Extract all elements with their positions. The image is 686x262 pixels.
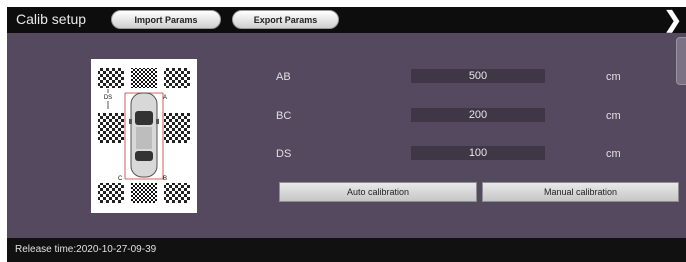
checkerboard-top-right xyxy=(164,68,190,88)
checkerboard-left xyxy=(98,113,124,143)
param-ds-input[interactable]: 100 xyxy=(411,146,545,160)
title-bar: Calib setup Import Params Export Params … xyxy=(7,7,686,33)
label-b: B xyxy=(163,176,167,182)
status-bar: Release time:2020-10-27-09-39 xyxy=(7,238,686,262)
manual-calibration-button[interactable]: Manual calibration xyxy=(482,182,679,202)
checkerboard-top-left xyxy=(98,68,124,88)
export-params-button[interactable]: Export Params xyxy=(232,10,339,29)
param-ds-label: DS xyxy=(276,148,292,160)
param-bc-label: BC xyxy=(276,110,292,122)
calibration-layout-diagram: DS A B C xyxy=(91,59,197,213)
checkerboard-bottom-left xyxy=(98,183,124,203)
page-title: Calib setup xyxy=(16,11,87,27)
auto-calibration-button[interactable]: Auto calibration xyxy=(279,182,477,202)
param-ab-label: AB xyxy=(276,71,291,83)
chevron-right-icon[interactable]: ❯ xyxy=(664,7,682,33)
param-ds-unit: cm xyxy=(606,148,621,160)
checkerboard-layout-image: DS A B C xyxy=(98,68,190,203)
car-icon xyxy=(129,92,159,178)
checkerboard-bottom-right xyxy=(164,183,190,203)
param-ab-input[interactable]: 500 xyxy=(411,69,545,83)
checkerboard-right xyxy=(164,113,190,143)
param-bc-input[interactable]: 200 xyxy=(411,108,545,122)
import-params-button[interactable]: Import Params xyxy=(111,10,221,29)
param-ab-unit: cm xyxy=(606,71,621,83)
label-c: C xyxy=(118,176,123,182)
checkerboard-top-center xyxy=(131,68,157,88)
label-a: A xyxy=(163,95,167,101)
label-ds: DS xyxy=(104,95,112,101)
release-time-text: Release time:2020-10-27-09-39 xyxy=(15,244,157,255)
checkerboard-bottom-center xyxy=(131,183,157,203)
param-bc-unit: cm xyxy=(606,110,621,122)
side-drawer-handle[interactable] xyxy=(676,37,686,85)
calib-setup-window: Calib setup Import Params Export Params … xyxy=(7,7,686,262)
